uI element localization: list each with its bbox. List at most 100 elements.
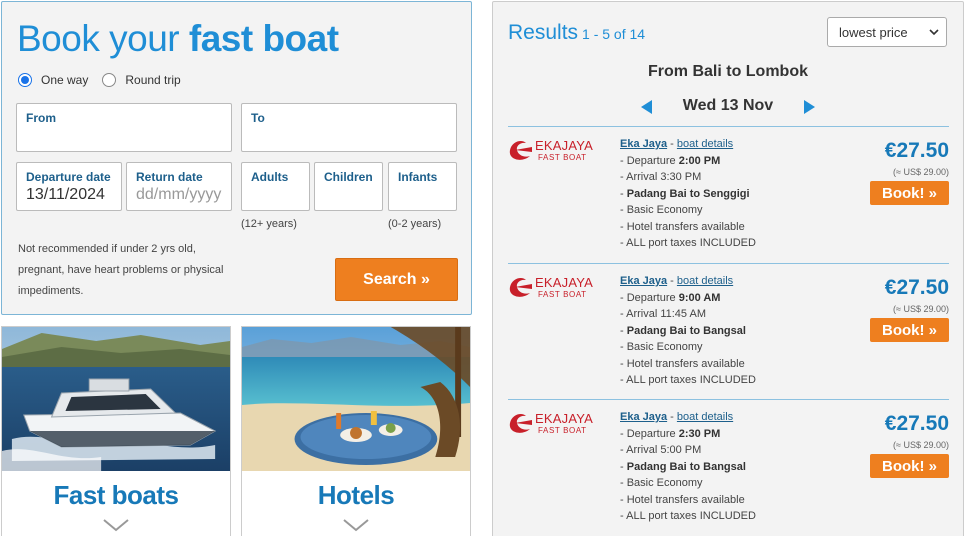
svg-text:FAST BOAT: FAST BOAT (538, 153, 587, 162)
result-item: EKAJAYA FAST BOAT Eka Jaya - boat detail… (508, 399, 949, 536)
taxes-info: - ALL port taxes INCLUDED (620, 510, 756, 522)
ekajaya-logo: EKAJAYA FAST BOAT (509, 138, 593, 162)
route-dash: - (620, 460, 627, 473)
infants-hint: (0-2 years) (388, 218, 442, 230)
boat-details-link[interactable]: boat details (677, 138, 733, 150)
transfers-info: - Hotel transfers available (620, 493, 745, 506)
return-date-placeholder: dd/mm/yyyy (136, 186, 222, 203)
to-field[interactable]: To (241, 103, 457, 152)
hotels-title[interactable]: Hotels (242, 480, 470, 511)
fast-boats-card[interactable]: Fast boats (1, 326, 231, 536)
date-navigator: Wed 13 Nov (493, 97, 963, 117)
next-day-arrow-icon[interactable] (804, 100, 815, 114)
operator-link[interactable]: Eka Jaya (620, 138, 667, 150)
transfers-info: - Hotel transfers available (620, 220, 745, 233)
route-title: From Bali to Lombok (648, 63, 808, 80)
boat-details-link[interactable]: boat details (677, 275, 733, 287)
one-way-radio[interactable] (18, 73, 32, 87)
svg-text:FAST BOAT: FAST BOAT (538, 426, 587, 435)
booking-title-bold: fast boat (188, 18, 339, 59)
result-details: Eka Jaya - boat details - Departure 2:00… (620, 136, 756, 252)
operator-link[interactable]: Eka Jaya (620, 411, 667, 423)
result-item: EKAJAYA FAST BOAT Eka Jaya - boat detail… (508, 126, 949, 264)
results-panel: Results 1 - 5 of 14 lowest price From Bal… (492, 1, 964, 536)
result-item: EKAJAYA FAST BOAT Eka Jaya - boat detail… (508, 263, 949, 401)
fast-boats-title[interactable]: Fast boats (2, 480, 230, 511)
separator: - (670, 275, 674, 287)
children-label: Children (324, 170, 373, 184)
infants-field[interactable]: Infants (388, 162, 457, 211)
result-details: Eka Jaya - boat details - Departure 2:30… (620, 409, 756, 525)
departure-prefix: - Departure (620, 291, 679, 304)
search-button[interactable]: Search » (335, 258, 458, 301)
route-name: Padang Bai to Bangsal (626, 460, 746, 473)
booking-title: Book your fast boat (17, 18, 339, 60)
round-trip-radio[interactable] (102, 73, 117, 87)
usd-price: (≈ US$ 29.00) (893, 167, 949, 177)
route-name: Padang Bai to Bangsal (626, 324, 746, 337)
transfers-info: - Hotel transfers available (620, 357, 745, 370)
usd-price: (≈ US$ 29.00) (893, 304, 949, 314)
route-dash: - (620, 187, 627, 200)
price: €27.50 (884, 412, 949, 435)
separator: - (670, 138, 674, 150)
adults-hint: (12+ years) (241, 218, 297, 230)
operator-link[interactable]: Eka Jaya (620, 275, 667, 287)
sort-value: lowest price (839, 24, 908, 40)
svg-text:EKAJAYA: EKAJAYA (535, 275, 593, 290)
results-count: 1 - 5 of 14 (582, 26, 646, 42)
adults-field[interactable]: Adults (241, 162, 310, 211)
beach-table-photo (242, 327, 470, 471)
to-label: To (251, 111, 265, 125)
one-way-label[interactable]: One way (41, 73, 88, 87)
departure-prefix: - Departure (620, 154, 679, 167)
seat-class: - Basic Economy (620, 204, 703, 216)
speedboat-photo (2, 327, 230, 471)
arrival-time: - Arrival 3:30 PM (620, 171, 702, 183)
hotels-card[interactable]: Hotels (241, 326, 471, 536)
result-details: Eka Jaya - boat details - Departure 9:00… (620, 273, 756, 389)
seat-class: - Basic Economy (620, 477, 703, 489)
chevron-down-icon[interactable] (343, 518, 369, 532)
separator: - (670, 411, 674, 423)
seat-class: - Basic Economy (620, 341, 703, 353)
departure-time: 2:00 PM (678, 154, 721, 167)
return-date-field[interactable]: Return date dd/mm/yyyy (126, 162, 232, 211)
svg-text:FAST BOAT: FAST BOAT (538, 290, 587, 299)
taxes-info: - ALL port taxes INCLUDED (620, 237, 756, 249)
results-title: Results (508, 21, 579, 44)
boat-details-link[interactable]: boat details (677, 411, 733, 423)
departure-prefix: - Departure (620, 427, 679, 440)
ekajaya-logo: EKAJAYA FAST BOAT (509, 411, 593, 435)
svg-text:EKAJAYA: EKAJAYA (535, 411, 593, 426)
price: €27.50 (884, 139, 949, 162)
from-label: From (26, 111, 56, 125)
infants-label: Infants (398, 170, 438, 184)
return-date-label: Return date (136, 170, 203, 184)
route-name: Padang Bai to Senggigi (626, 187, 750, 200)
book-button[interactable]: Book! » (870, 181, 949, 205)
departure-date-label: Departure date (26, 170, 111, 184)
sort-select[interactable]: lowest price (827, 17, 947, 47)
departure-date-field[interactable]: Departure date 13/11/2024 (16, 162, 122, 211)
svg-text:EKAJAYA: EKAJAYA (535, 138, 593, 153)
chevron-down-icon[interactable] (103, 518, 129, 532)
ekajaya-logo: EKAJAYA FAST BOAT (509, 275, 593, 299)
arrival-time: - Arrival 11:45 AM (620, 308, 706, 320)
usd-price: (≈ US$ 29.00) (893, 440, 949, 450)
departure-time: 9:00 AM (678, 291, 721, 304)
book-button[interactable]: Book! » (870, 318, 949, 342)
round-trip-label[interactable]: Round trip (125, 73, 180, 87)
book-button[interactable]: Book! » (870, 454, 949, 478)
booking-panel: Book your fast boat One way Round trip F… (1, 1, 472, 315)
children-field[interactable]: Children (314, 162, 383, 211)
taxes-info: - ALL port taxes INCLUDED (620, 374, 756, 386)
booking-title-plain: Book your (17, 18, 189, 59)
trip-type-group: One way Round trip (18, 73, 195, 87)
departure-date-value: 13/11/2024 (26, 186, 105, 203)
price: €27.50 (884, 276, 949, 299)
chevron-down-icon (929, 29, 939, 36)
from-field[interactable]: From (16, 103, 232, 152)
departure-time: 2:30 PM (678, 427, 721, 440)
arrival-time: - Arrival 5:00 PM (620, 444, 702, 456)
